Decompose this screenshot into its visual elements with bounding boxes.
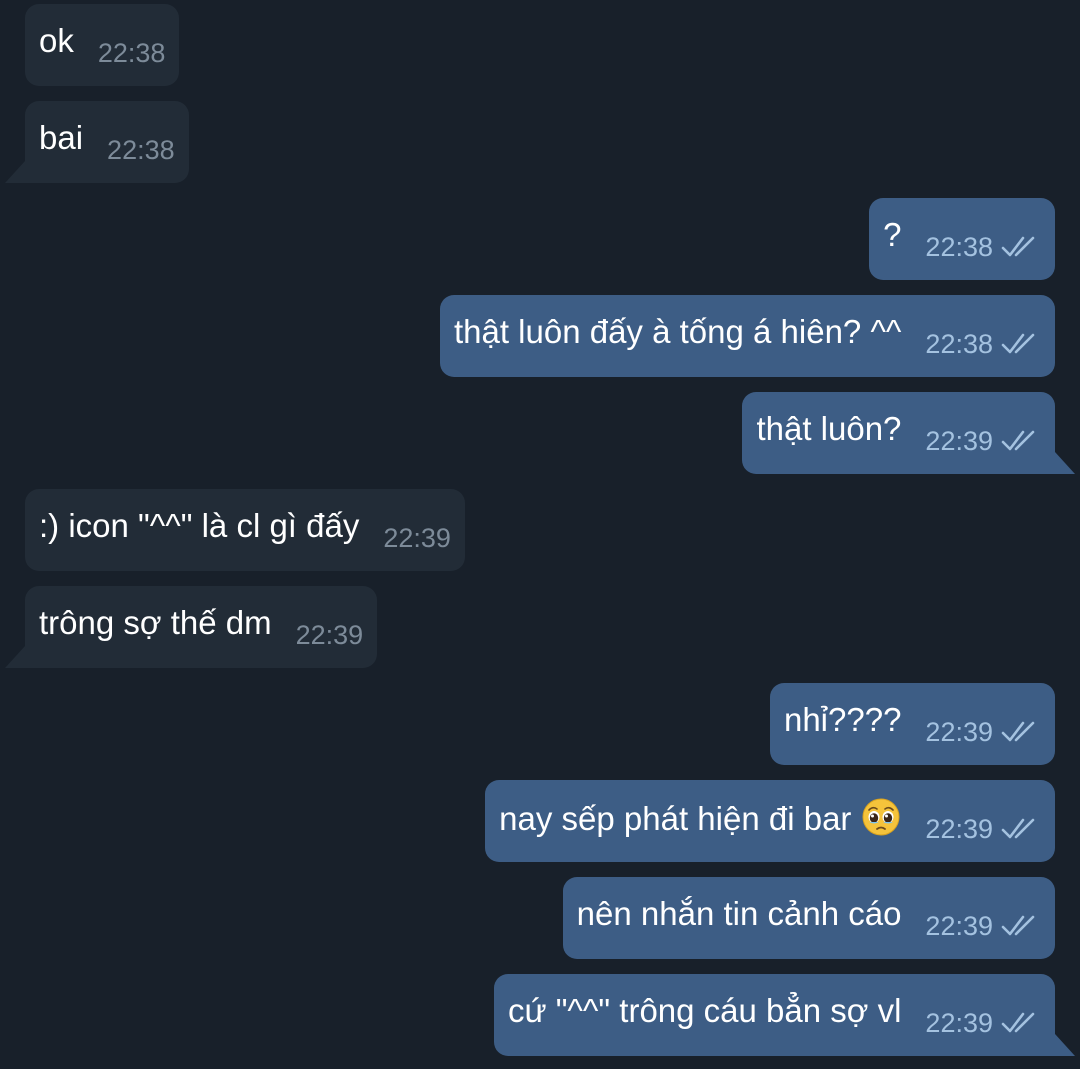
message-time: 22:39	[925, 425, 993, 456]
message-text: trông sợ thế dm	[39, 604, 272, 641]
message-time: 22:38	[925, 231, 993, 262]
message-meta: 22:38	[107, 135, 175, 166]
message-time: 22:39	[295, 619, 364, 650]
message-meta: 22:38	[98, 38, 166, 69]
message-text: bai	[39, 119, 84, 156]
double-check-icon	[1001, 817, 1041, 841]
message-meta: 22:39	[925, 426, 1041, 457]
message-meta: 22:39	[925, 814, 1041, 845]
chat-message-list[interactable]: ok 22:38 bai 22:38 ? 22:38 thật luôn đấy…	[0, 0, 1080, 1069]
message-time: 22:39	[383, 522, 451, 553]
message-meta: 22:38	[925, 329, 1041, 360]
message-time: 22:38	[107, 134, 175, 165]
double-check-icon	[1001, 1011, 1041, 1035]
message-bubble-outgoing[interactable]: nay sếp phát hiện đi bar 22:39	[485, 780, 1055, 862]
message-time: 22:39	[925, 716, 993, 747]
message-bubble-outgoing[interactable]: nhỉ???? 22:39	[769, 683, 1055, 765]
message-bubble-incoming[interactable]: :) icon "^^" là cl gì đấy 22:39	[25, 489, 465, 571]
double-check-icon	[1001, 914, 1041, 938]
message-text-container: nay sếp phát hiện đi bar	[499, 797, 901, 838]
message-meta: 22:38	[925, 232, 1041, 263]
message-text: thật luôn?	[756, 410, 902, 447]
double-check-icon	[1001, 235, 1041, 259]
message-text: nay sếp phát hiện đi bar	[499, 799, 852, 837]
message-text: cứ "^^" trông cáu bẳn sợ vl	[507, 992, 902, 1029]
message-time: 22:38	[925, 328, 993, 359]
message-meta: 22:39	[925, 1008, 1041, 1039]
double-check-icon	[1001, 429, 1041, 453]
message-text: nên nhắn tin cảnh cáo	[576, 895, 902, 932]
double-check-icon	[1001, 720, 1041, 744]
message-bubble-incoming[interactable]: bai 22:38	[25, 101, 189, 183]
message-bubble-outgoing[interactable]: nên nhắn tin cảnh cáo 22:39	[562, 877, 1055, 959]
message-bubble-outgoing[interactable]: ? 22:38	[869, 198, 1055, 280]
message-text: ?	[883, 216, 902, 253]
message-text: nhỉ????	[783, 701, 902, 738]
message-text: ok	[39, 22, 74, 59]
pleading-face-icon	[861, 797, 901, 837]
message-time: 22:39	[925, 813, 993, 844]
double-check-icon	[1001, 332, 1041, 356]
message-meta: 22:39	[383, 523, 451, 554]
message-time: 22:39	[925, 1007, 993, 1038]
message-meta: 22:39	[925, 717, 1041, 748]
message-meta: 22:39	[925, 911, 1041, 942]
message-bubble-incoming[interactable]: trông sợ thế dm 22:39	[25, 586, 378, 668]
message-time: 22:39	[925, 910, 993, 941]
message-bubble-outgoing[interactable]: cứ "^^" trông cáu bẳn sợ vl 22:39	[493, 974, 1055, 1056]
message-bubble-outgoing[interactable]: thật luôn? 22:39	[742, 392, 1055, 474]
message-bubble-outgoing[interactable]: thật luôn đấy à tống á hiên? ^^ 22:38	[439, 295, 1055, 377]
message-text: thật luôn đấy à tống á hiên? ^^	[453, 313, 902, 350]
message-text: :) icon "^^" là cl gì đấy	[39, 507, 360, 544]
message-meta: 22:39	[296, 620, 364, 651]
message-time: 22:38	[97, 37, 166, 68]
message-bubble-incoming[interactable]: ok 22:38	[25, 4, 180, 86]
